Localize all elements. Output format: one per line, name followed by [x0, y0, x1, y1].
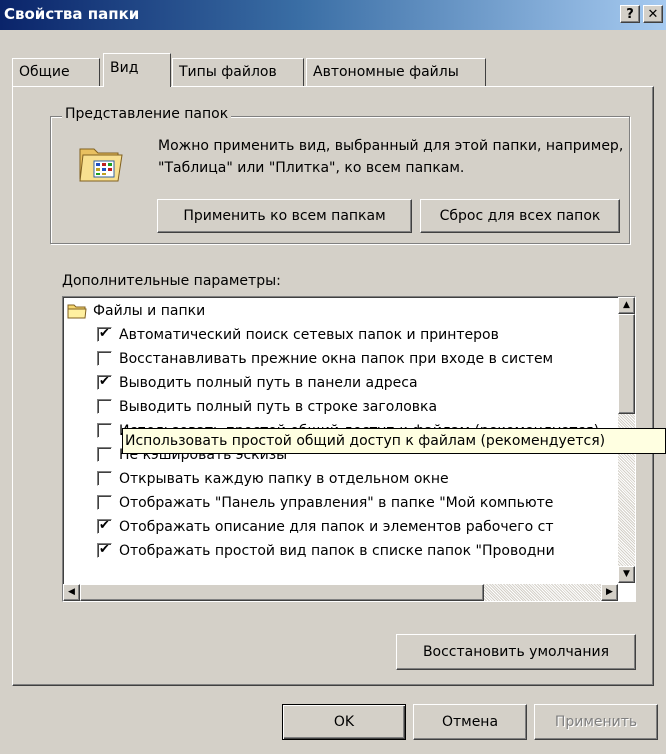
- hscroll-thumb[interactable]: [80, 584, 484, 601]
- folder-icon: [67, 304, 87, 319]
- window-title: Свойства папки: [4, 5, 140, 23]
- arrow-right-icon: ▶: [606, 587, 613, 597]
- scroll-thumb[interactable]: [618, 314, 635, 414]
- arrow-down-icon: ▼: [623, 569, 630, 579]
- checkbox[interactable]: [97, 351, 112, 366]
- tree-group-label: Файлы и папки: [93, 303, 206, 319]
- list-item-label: Открывать каждую папку в отдельном окне: [119, 471, 449, 487]
- apply-label: Применить: [554, 714, 638, 730]
- item-tooltip: Использовать простой общий доступ к файл…: [122, 428, 666, 454]
- tab-file-types[interactable]: Типы файлов: [172, 58, 304, 86]
- list-item-label: Отображать описание для папок и элементо…: [119, 519, 554, 535]
- tab-view[interactable]: Вид: [103, 53, 171, 87]
- restore-defaults-button[interactable]: Восстановить умолчания: [396, 634, 636, 670]
- close-icon: ✕: [647, 7, 659, 22]
- list-item-label: Автоматический поиск сетевых папок и при…: [119, 327, 499, 343]
- scroll-right-button[interactable]: ▶: [601, 584, 618, 601]
- apply-button[interactable]: Применить: [534, 704, 658, 740]
- tab-view-label: Вид: [110, 60, 139, 76]
- folder-views-legend: Представление папок: [62, 106, 232, 122]
- list-item-label: Восстанавливать прежние окна папок при в…: [119, 351, 554, 367]
- folder-views-description: Можно применить вид, выбранный для этой …: [158, 138, 624, 176]
- tab-general-label: Общие: [19, 64, 70, 80]
- scroll-up-button[interactable]: ▲: [618, 297, 635, 314]
- checkbox[interactable]: [97, 495, 112, 510]
- checkbox[interactable]: [97, 375, 112, 390]
- checkbox[interactable]: [97, 399, 112, 414]
- list-item-label: Отображать простой вид папок в списке па…: [119, 543, 555, 559]
- tab-file-types-label: Типы файлов: [179, 64, 277, 80]
- reset-all-folders-label: Сброс для всех папок: [439, 208, 601, 224]
- checkbox[interactable]: [97, 327, 112, 342]
- arrow-up-icon: ▲: [623, 300, 630, 310]
- checkbox[interactable]: [97, 423, 112, 438]
- apply-to-all-folders-button[interactable]: Применить ко всем папкам: [157, 199, 412, 233]
- tab-general[interactable]: Общие: [12, 58, 100, 86]
- help-button[interactable]: ?: [620, 5, 640, 23]
- horizontal-scrollbar[interactable]: ◀ ▶: [63, 584, 618, 601]
- checkbox[interactable]: [97, 519, 112, 534]
- cancel-button[interactable]: Отмена: [413, 704, 527, 740]
- tab-offline-files[interactable]: Автономные файлы: [306, 58, 486, 86]
- apply-to-all-folders-label: Применить ко всем папкам: [183, 208, 386, 224]
- title-bar[interactable]: Свойства папки ? ✕: [0, 0, 666, 30]
- arrow-left-icon: ◀: [68, 587, 75, 597]
- ok-button[interactable]: OK: [282, 704, 406, 740]
- list-item-label: Отображать "Панель управления" в папке "…: [119, 495, 554, 511]
- restore-defaults-label: Восстановить умолчания: [422, 644, 610, 660]
- list-item-label: Выводить полный путь в строке заголовка: [119, 399, 438, 415]
- reset-all-folders-button[interactable]: Сброс для всех папок: [420, 199, 620, 233]
- tab-offline-files-label: Автономные файлы: [313, 64, 459, 80]
- folder-view-icon: [79, 148, 123, 182]
- scroll-left-button[interactable]: ◀: [63, 584, 80, 601]
- checkbox[interactable]: [97, 543, 112, 558]
- advanced-settings-label: Дополнительные параметры:: [62, 273, 281, 289]
- checkbox[interactable]: [97, 471, 112, 486]
- ok-label: OK: [333, 714, 355, 730]
- close-button[interactable]: ✕: [643, 5, 663, 23]
- checkbox[interactable]: [97, 447, 112, 462]
- cancel-label: Отмена: [441, 714, 499, 730]
- scroll-down-button[interactable]: ▼: [618, 566, 635, 583]
- list-item-label: Выводить полный путь в панели адреса: [119, 375, 418, 391]
